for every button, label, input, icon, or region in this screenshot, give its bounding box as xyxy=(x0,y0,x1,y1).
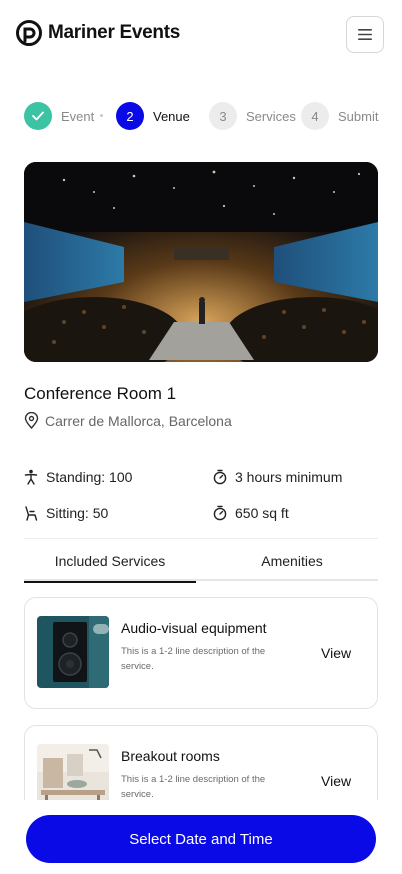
step-complete-indicator xyxy=(24,102,52,130)
service-description: This is a 1-2 line description of the se… xyxy=(121,646,266,672)
menu-button[interactable] xyxy=(346,16,384,53)
timer-icon xyxy=(213,505,227,521)
minimum-hours: 3 hours minimum xyxy=(213,469,342,485)
app-name: Mariner Events xyxy=(48,22,181,43)
step-label: Submit xyxy=(338,108,379,124)
venue-area: 650 sq ft xyxy=(213,505,289,521)
tab-included-services[interactable]: Included Services xyxy=(24,548,196,583)
venue-location: Carrer de Mallorca, Barcelona xyxy=(24,412,232,429)
service-description: This is a 1-2 line description of the se… xyxy=(121,774,266,800)
sitting-capacity: Sitting: 50 xyxy=(24,505,108,521)
step-label: Services xyxy=(246,108,296,124)
service-title: Breakout rooms xyxy=(121,748,220,764)
hamburger-icon xyxy=(358,29,372,40)
brand-mark-icon xyxy=(16,20,42,46)
step-label: Event xyxy=(61,108,95,124)
area-text: 650 sq ft xyxy=(235,505,289,521)
section-divider xyxy=(24,538,378,539)
venue-photo xyxy=(24,162,378,362)
step-event[interactable]: Event xyxy=(24,102,94,130)
service-card[interactable]: Audio-visual equipment This is a 1-2 lin… xyxy=(24,597,378,709)
service-thumbnail xyxy=(37,616,109,688)
map-pin-icon xyxy=(24,412,39,429)
tab-amenities[interactable]: Amenities xyxy=(206,548,378,581)
service-title: Audio-visual equipment xyxy=(121,620,267,636)
standing-capacity: Standing: 100 xyxy=(24,469,132,485)
timer-icon xyxy=(213,469,227,485)
step-number: 2 xyxy=(116,102,144,130)
step-separator xyxy=(100,114,103,117)
step-venue[interactable]: 2 Venue xyxy=(116,102,190,130)
details-tabs: Included Services Amenities xyxy=(24,548,378,583)
minimum-text: 3 hours minimum xyxy=(235,469,343,485)
step-submit[interactable]: 4 Submit xyxy=(301,102,378,130)
check-icon xyxy=(32,111,44,121)
step-services[interactable]: 3 Services xyxy=(209,102,296,130)
progress-stepper: Event 2 Venue 3 Services 4 Submit xyxy=(24,102,394,130)
standing-person-icon xyxy=(24,469,38,485)
step-number: 3 xyxy=(209,102,237,130)
location-text: Carrer de Mallorca, Barcelona xyxy=(45,412,232,429)
venue-title: Conference Room 1 xyxy=(24,384,177,403)
step-label: Venue xyxy=(153,108,190,124)
brand-logo[interactable]: Mariner Events xyxy=(16,20,180,46)
step-number: 4 xyxy=(301,102,329,130)
speaker-image xyxy=(37,616,109,688)
view-service-link[interactable]: View xyxy=(321,645,351,661)
standing-text: Standing: 100 xyxy=(46,469,133,485)
seat-icon xyxy=(25,506,38,521)
select-date-time-button[interactable]: Select Date and Time xyxy=(26,815,376,863)
conference-hall-image xyxy=(24,162,378,362)
sitting-text: Sitting: 50 xyxy=(46,505,109,521)
view-service-link[interactable]: View xyxy=(321,773,351,789)
app-header: Mariner Events xyxy=(0,0,402,72)
